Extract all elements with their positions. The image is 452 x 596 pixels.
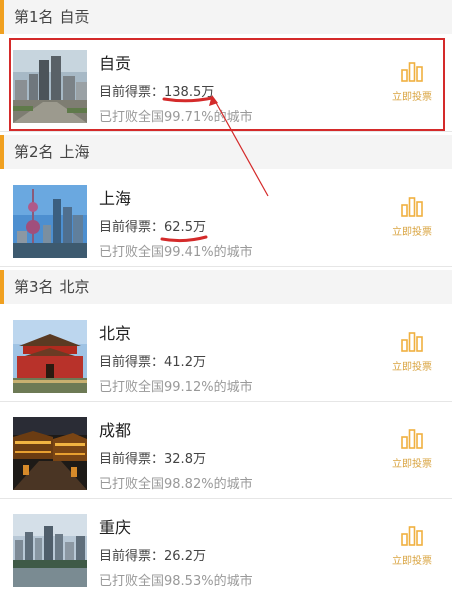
rank-city: 上海 <box>59 143 90 161</box>
river-city-photo <box>13 514 87 587</box>
city-name: 北京 <box>99 324 132 343</box>
vote-count: 目前得票：32.8万 <box>99 448 206 467</box>
city-name: 自贡 <box>99 54 132 73</box>
rank-label: 第1名 <box>14 8 54 26</box>
bar-chart-icon <box>401 429 423 449</box>
vote-button-label: 立即投票 <box>392 556 432 567</box>
rank-header-2: 第2名 上海 <box>0 135 452 169</box>
city-name: 重庆 <box>99 518 132 537</box>
oriental-pearl-tower-photo <box>13 185 87 258</box>
vote-count: 目前得票：26.2万 <box>99 545 206 564</box>
bar-chart-icon <box>401 332 423 352</box>
rank-city: 自贡 <box>59 8 90 26</box>
votes-value: 32.8万 <box>164 452 206 467</box>
bar-chart-icon <box>401 197 423 217</box>
votes-value: 26.2万 <box>164 549 206 564</box>
rank-label: 第3名 <box>14 278 54 296</box>
vote-count: 目前得票：138.5万 <box>99 81 214 100</box>
vote-count: 目前得票：62.5万 <box>99 216 206 235</box>
bar-chart-icon <box>401 62 423 82</box>
votes-prefix: 目前得票： <box>99 452 165 467</box>
votes-prefix: 目前得票： <box>99 220 165 235</box>
vote-button[interactable]: 立即投票 <box>386 429 438 479</box>
votes-prefix: 目前得票： <box>99 549 165 564</box>
rank-city: 北京 <box>59 278 90 296</box>
beat-percentage: 已打败全国99.12%的城市 <box>99 380 253 395</box>
beat-percentage: 已打败全国98.82%的城市 <box>99 477 253 492</box>
vote-button-label: 立即投票 <box>392 92 432 103</box>
city-item-beijing[interactable]: 北京 目前得票：41.2万 已打败全国99.12%的城市 立即投票 <box>0 306 452 402</box>
bar-chart-icon <box>401 526 423 546</box>
vote-button-label: 立即投票 <box>392 227 432 238</box>
city-name: 上海 <box>99 189 132 208</box>
vote-count: 目前得票：41.2万 <box>99 351 206 370</box>
city-skyline-photo <box>13 50 87 123</box>
votes-value: 138.5万 <box>164 85 215 100</box>
city-item-chengdu[interactable]: 成都 目前得票：32.8万 已打败全国98.82%的城市 立即投票 <box>0 403 452 499</box>
rank-header-3: 第3名 北京 <box>0 270 452 304</box>
vote-button[interactable]: 立即投票 <box>386 332 438 382</box>
night-street-photo <box>13 417 87 490</box>
vote-button-label: 立即投票 <box>392 362 432 373</box>
tiananmen-photo <box>13 320 87 393</box>
city-item-zigong[interactable]: 自贡 目前得票：138.5万 已打败全国99.71%的城市 立即投票 <box>0 36 452 132</box>
rank-label: 第2名 <box>14 143 54 161</box>
votes-value: 41.2万 <box>164 355 206 370</box>
city-item-shanghai[interactable]: 上海 目前得票：62.5万 已打败全国99.41%的城市 立即投票 <box>0 171 452 267</box>
vote-button-label: 立即投票 <box>392 459 432 470</box>
city-name: 成都 <box>99 421 132 440</box>
beat-percentage: 已打败全国99.41%的城市 <box>99 245 253 260</box>
beat-percentage: 已打败全国99.71%的城市 <box>99 110 253 125</box>
votes-value: 62.5万 <box>164 220 206 235</box>
vote-button[interactable]: 立即投票 <box>386 526 438 576</box>
city-item-chongqing[interactable]: 重庆 目前得票：26.2万 已打败全国98.53%的城市 立即投票 <box>0 500 452 596</box>
rank-header-1: 第1名 自贡 <box>0 0 452 34</box>
votes-prefix: 目前得票： <box>99 355 165 370</box>
vote-button[interactable]: 立即投票 <box>386 197 438 247</box>
votes-prefix: 目前得票： <box>99 85 165 100</box>
vote-button[interactable]: 立即投票 <box>386 62 438 112</box>
beat-percentage: 已打败全国98.53%的城市 <box>99 574 253 589</box>
